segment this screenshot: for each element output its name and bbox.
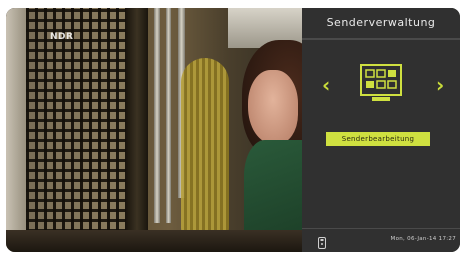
menu-header-divider xyxy=(302,38,460,40)
nav-right-arrow[interactable]: › xyxy=(436,75,444,95)
video-pipe xyxy=(154,8,160,223)
video-gate-post xyxy=(126,8,148,252)
video-hose xyxy=(181,58,229,238)
menu-option-senderbearbeitung[interactable]: Senderbearbeitung xyxy=(326,132,430,146)
menu-title: Senderverwaltung xyxy=(326,15,436,29)
video-gate xyxy=(26,8,136,252)
live-video: NDR xyxy=(6,8,302,252)
menu-footer-divider xyxy=(302,228,460,229)
video-floor xyxy=(6,230,302,252)
channel-grid-icon xyxy=(360,64,402,102)
video-person-face xyxy=(248,70,298,144)
menu-panel: Senderverwaltung ‹ › Senderbearbeitung M… xyxy=(302,8,460,252)
datetime-display: Mon, 06-Jan-14 17:27 xyxy=(390,236,456,242)
video-pipe xyxy=(166,8,171,223)
tv-screen: NDR Senderverwaltung ‹ › Senderbearbeitu… xyxy=(6,8,460,252)
channel-logo: NDR xyxy=(50,32,74,42)
remote-control-icon xyxy=(318,234,326,249)
nav-left-arrow[interactable]: ‹ xyxy=(322,75,330,95)
